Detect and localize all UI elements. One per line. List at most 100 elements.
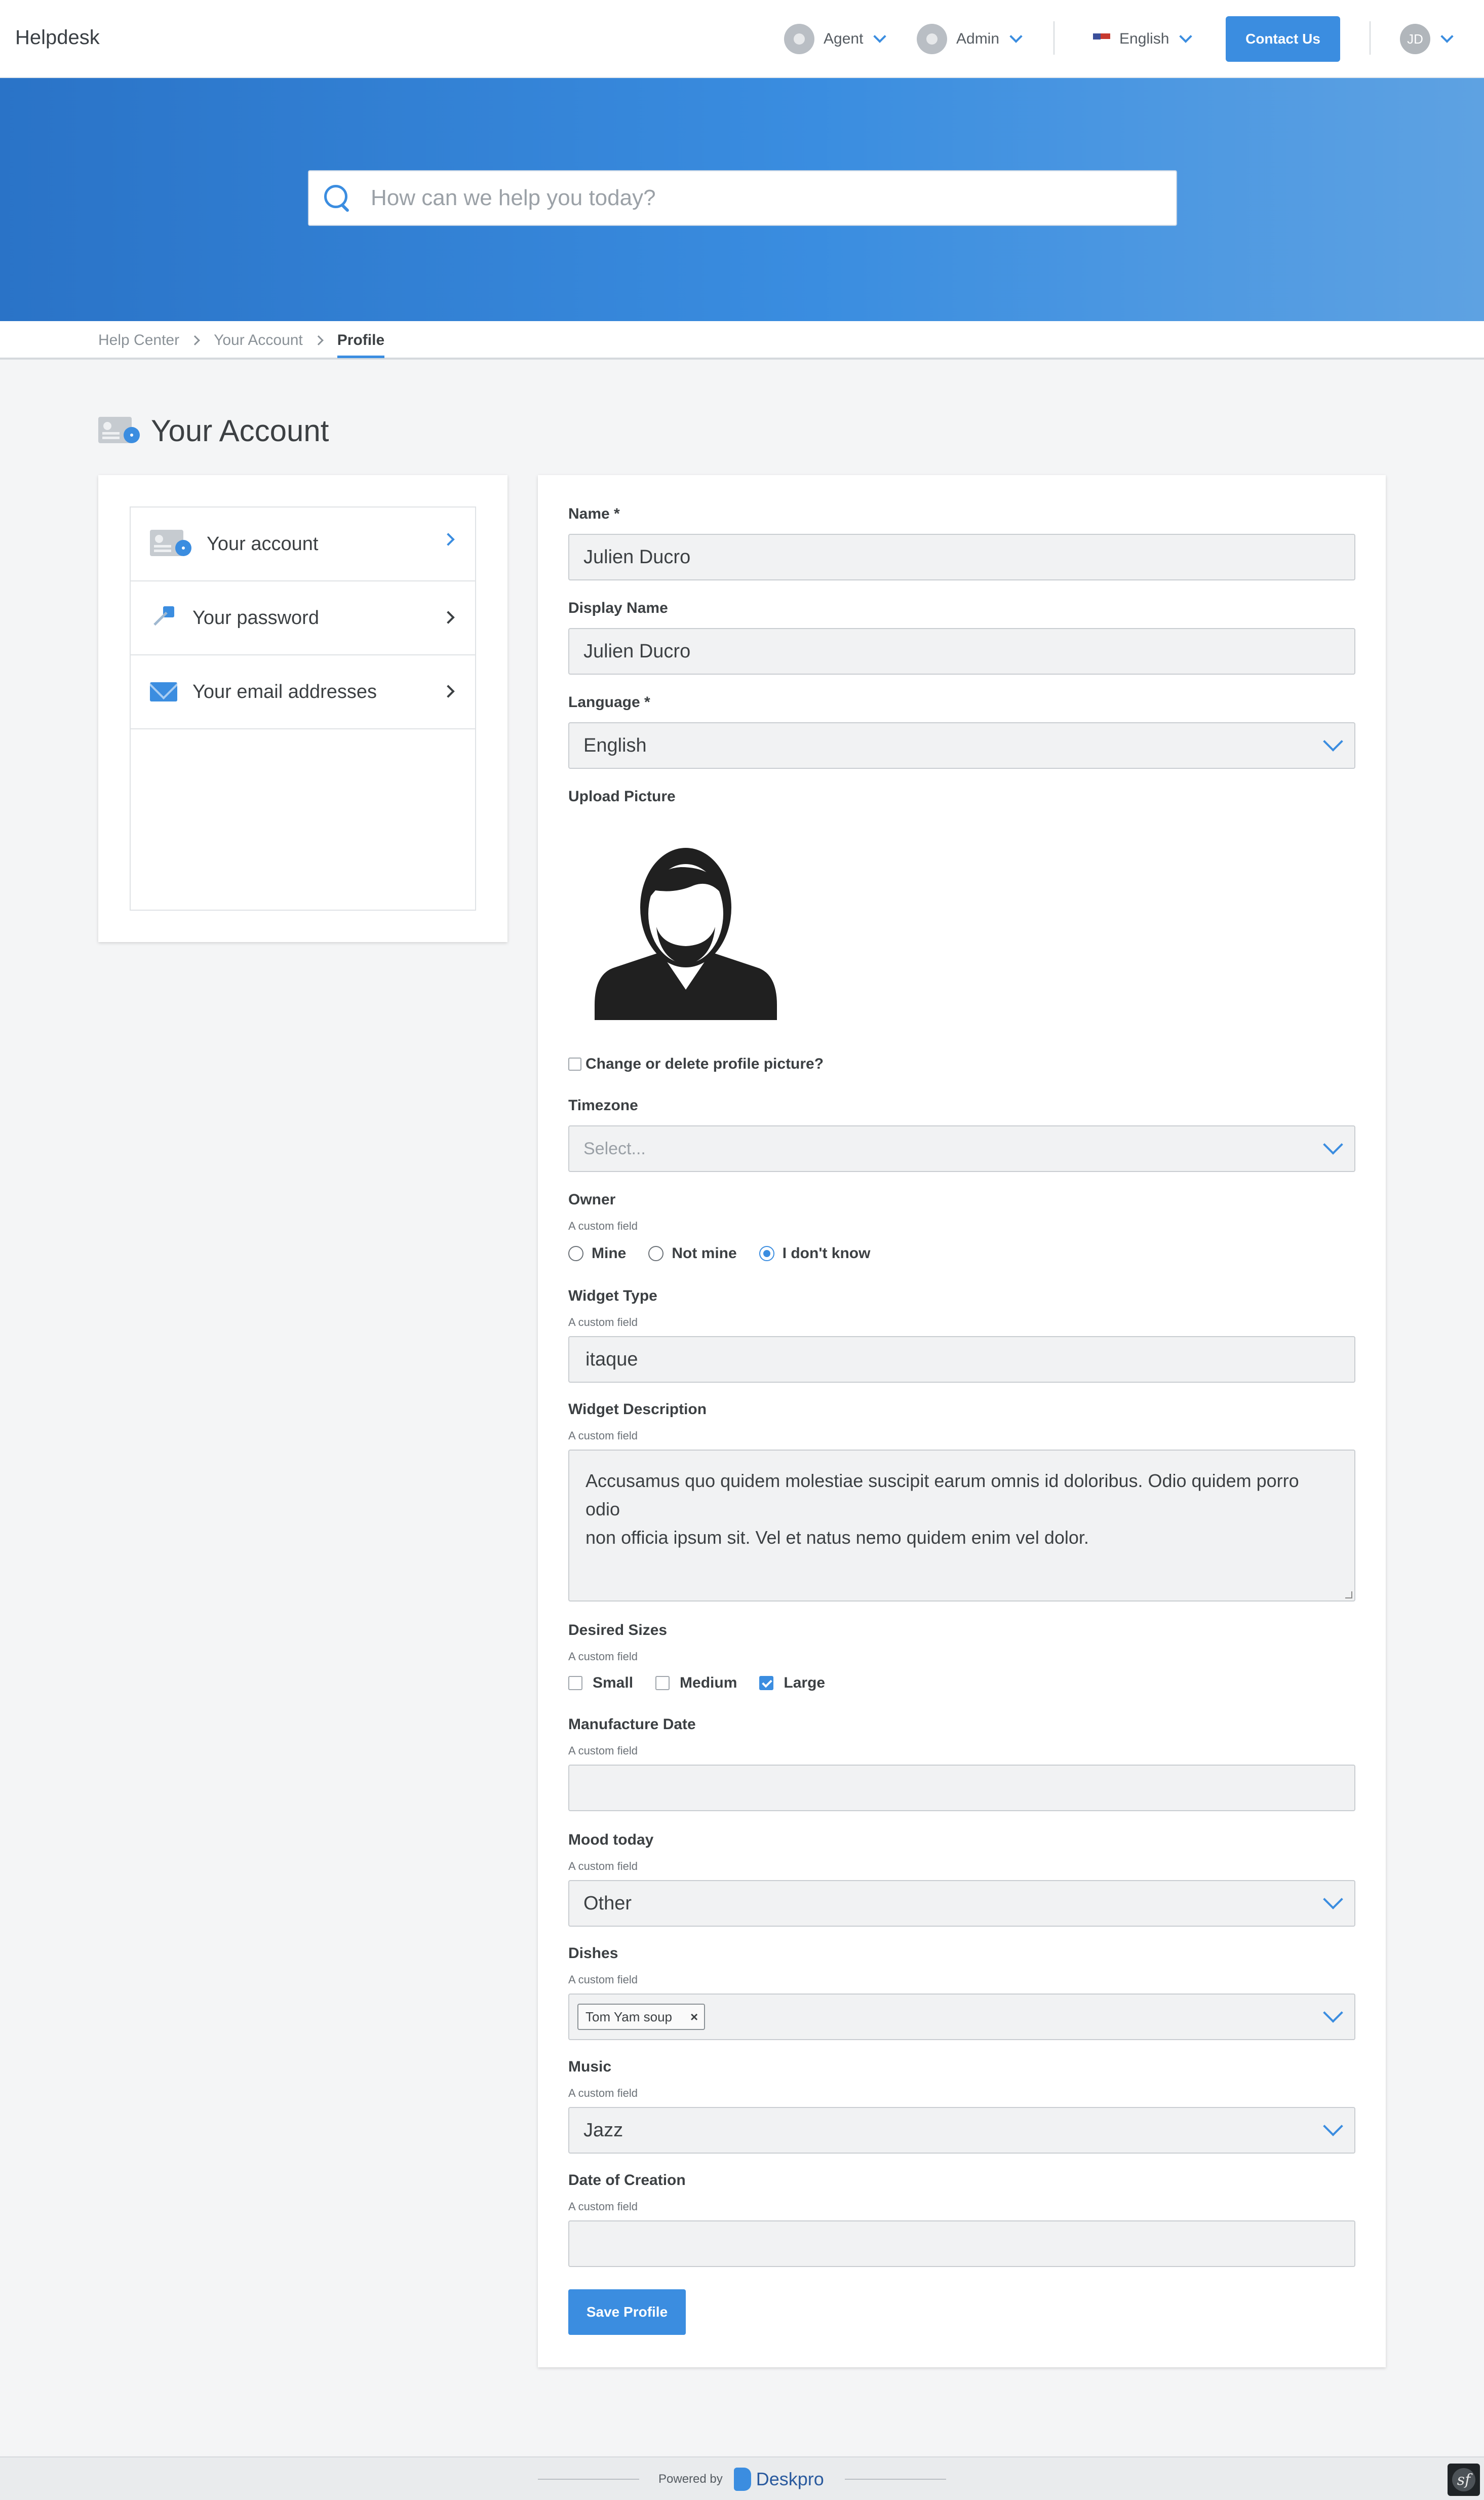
- chevron-down-icon: [1009, 30, 1023, 43]
- manufacture-date-label: Manufacture Date: [568, 1716, 696, 1733]
- profile-form: Name * Julien Ducro Display Name Julien …: [538, 475, 1386, 2367]
- owner-option-mine[interactable]: Mine: [568, 1245, 626, 1262]
- name-label: Name *: [568, 505, 620, 522]
- divider: [1370, 21, 1371, 55]
- user-menu[interactable]: JD: [1400, 22, 1454, 56]
- timezone-select[interactable]: Select...: [568, 1125, 1355, 1172]
- option-label: Mine: [592, 1245, 627, 1262]
- admin-label: Admin: [956, 30, 1000, 47]
- display-name-field[interactable]: Julien Ducro: [568, 628, 1355, 675]
- resize-handle-icon[interactable]: [1345, 1591, 1352, 1598]
- mood-today-label: Mood today: [568, 1831, 654, 1848]
- sidebar-item-label: Your account: [207, 533, 319, 555]
- account-sidebar: Your account Your password Your email ad…: [98, 475, 507, 942]
- widget-type-field[interactable]: itaque: [568, 1336, 1355, 1383]
- size-option-large[interactable]: Large: [759, 1674, 825, 1692]
- chevron-down-icon: [1440, 30, 1454, 43]
- size-option-medium[interactable]: Medium: [655, 1674, 737, 1692]
- admin-avatar-icon: [917, 24, 947, 54]
- radio-button[interactable]: [568, 1246, 583, 1261]
- desired-sizes-group: Small Medium Large: [568, 1674, 847, 1692]
- change-picture-checkbox[interactable]: [568, 1058, 581, 1071]
- admin-menu[interactable]: Admin: [917, 22, 1023, 56]
- contact-us-button[interactable]: Contact Us: [1226, 16, 1340, 62]
- chevron-down-icon: [1323, 1135, 1343, 1155]
- agent-label: Agent: [824, 30, 864, 47]
- save-profile-button[interactable]: Save Profile: [568, 2289, 686, 2335]
- size-option-small[interactable]: Small: [568, 1674, 633, 1692]
- chevron-down-icon: [1179, 30, 1193, 43]
- sidebar-item-your-account[interactable]: Your account: [131, 507, 475, 581]
- checkbox[interactable]: [759, 1676, 774, 1690]
- textarea-line: non officia ipsum sit. Vel et natus nemo…: [585, 1527, 1089, 1548]
- checkbox[interactable]: [655, 1676, 670, 1690]
- date-of-creation-hint: A custom field: [568, 2200, 638, 2213]
- change-picture-option[interactable]: Change or delete profile picture?: [568, 1056, 824, 1073]
- music-select[interactable]: Jazz: [568, 2107, 1355, 2154]
- profile-picture: [595, 848, 777, 1020]
- language-select[interactable]: English: [568, 722, 1355, 769]
- chevron-right-icon: [313, 335, 324, 345]
- sidebar-item-your-email-addresses[interactable]: Your email addresses: [131, 655, 475, 729]
- language-menu[interactable]: English: [1093, 22, 1193, 56]
- breadcrumb-profile: Profile: [337, 332, 385, 358]
- breadcrumb-your-account[interactable]: Your Account: [214, 332, 303, 349]
- agent-menu[interactable]: Agent: [784, 22, 887, 56]
- us-flag-icon: [1093, 33, 1110, 45]
- dishes-multiselect[interactable]: Tom Yam soup ×: [568, 1994, 1355, 2040]
- widget-type-label: Widget Type: [568, 1287, 657, 1304]
- dish-tag-label: Tom Yam soup: [585, 2009, 673, 2024]
- symfony-debug-badge[interactable]: sf: [1448, 2464, 1480, 2496]
- chevron-right-icon: [442, 611, 455, 624]
- desired-sizes-label: Desired Sizes: [568, 1622, 668, 1638]
- date-of-creation-field[interactable]: [568, 2220, 1355, 2267]
- widget-type-hint: A custom field: [568, 1316, 638, 1329]
- dishes-label: Dishes: [568, 1945, 618, 1962]
- chevron-down-icon: [1323, 2116, 1343, 2136]
- radio-button[interactable]: [759, 1246, 774, 1261]
- dish-tag: Tom Yam soup ×: [577, 2004, 706, 2030]
- powered-by[interactable]: Powered by Deskpro: [658, 2468, 824, 2491]
- account-card-icon: [98, 416, 140, 445]
- sidebar-item-label: Your password: [192, 607, 319, 629]
- sidebar-item-your-password[interactable]: Your password: [131, 581, 475, 655]
- timezone-label: Timezone: [568, 1097, 638, 1114]
- sidebar-item-label: Your email addresses: [192, 681, 377, 702]
- language-label: English: [1119, 30, 1169, 47]
- language-field-label: Language *: [568, 694, 650, 711]
- textarea-line: Accusamus quo quidem molestiae suscipit …: [585, 1470, 1299, 1519]
- radio-button[interactable]: [648, 1246, 664, 1261]
- owner-radio-group: Mine Not mine I don't know: [568, 1245, 892, 1262]
- breadcrumb-help-center[interactable]: Help Center: [98, 332, 179, 349]
- owner-label: Owner: [568, 1191, 616, 1208]
- widget-description-hint: A custom field: [568, 1429, 638, 1442]
- remove-tag-icon[interactable]: ×: [690, 2009, 698, 2025]
- owner-option-not-mine[interactable]: Not mine: [648, 1245, 737, 1262]
- date-of-creation-label: Date of Creation: [568, 2172, 686, 2189]
- owner-hint: A custom field: [568, 1220, 638, 1232]
- chevron-right-icon: [442, 685, 455, 698]
- deskpro-logo-icon: [733, 2468, 751, 2491]
- envelope-icon: [150, 682, 177, 701]
- mood-today-select[interactable]: Other: [568, 1880, 1355, 1927]
- owner-option-dont-know[interactable]: I don't know: [759, 1245, 870, 1262]
- display-name-label: Display Name: [568, 600, 668, 616]
- widget-description-textarea[interactable]: Accusamus quo quidem molestiae suscipit …: [568, 1450, 1355, 1601]
- search-box[interactable]: [308, 170, 1177, 226]
- powered-by-label: Powered by: [658, 2472, 723, 2486]
- chevron-down-icon: [1323, 1889, 1343, 1909]
- mood-today-hint: A custom field: [568, 1860, 638, 1872]
- manufacture-date-field[interactable]: [568, 1765, 1355, 1811]
- mood-today-value: Other: [583, 1892, 632, 1914]
- breadcrumb: Help Center Your Account Profile: [98, 330, 385, 358]
- search-input[interactable]: [371, 185, 1176, 211]
- upload-picture-label: Upload Picture: [568, 788, 676, 805]
- chevron-down-icon: [1323, 731, 1343, 752]
- page-title-text: Your Account: [151, 414, 329, 448]
- name-field[interactable]: Julien Ducro: [568, 534, 1355, 580]
- checkbox[interactable]: [568, 1676, 582, 1690]
- option-label: Small: [593, 1674, 634, 1691]
- chevron-down-icon: [1323, 2003, 1343, 2023]
- brand-name[interactable]: Helpdesk: [15, 26, 100, 49]
- page-title: Your Account: [98, 413, 329, 448]
